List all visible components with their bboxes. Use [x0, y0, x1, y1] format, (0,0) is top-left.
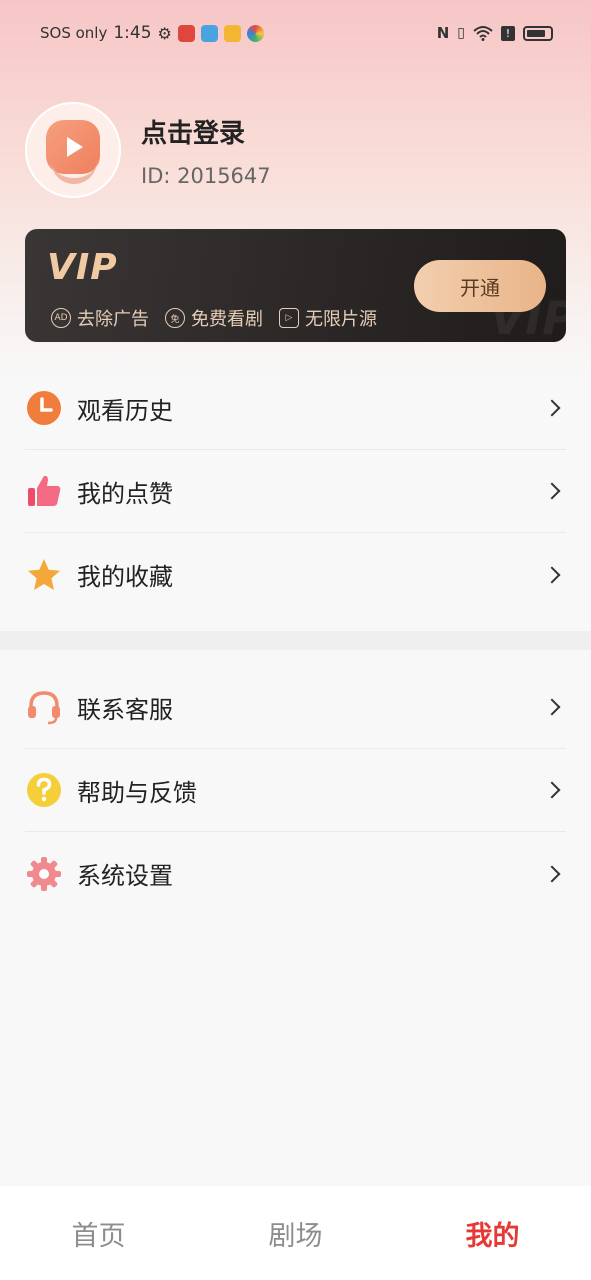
- status-right: N ▯ !: [437, 24, 553, 42]
- status-time: 1:45: [113, 23, 152, 43]
- avatar-smile: [51, 160, 97, 184]
- wifi-icon: [473, 26, 493, 41]
- vibrate-icon: ▯: [457, 25, 465, 41]
- perk-unlimited: ▷ 无限片源: [279, 305, 377, 331]
- user-id: ID: 2015647: [141, 163, 271, 188]
- chevron-right-icon: [543, 781, 561, 799]
- thumbs-up-icon: [25, 472, 63, 510]
- question-icon: [25, 771, 63, 809]
- perk-free-watch: 免 免费看剧: [165, 305, 263, 331]
- perk-label: 去除广告: [77, 309, 149, 330]
- app-blue-icon: [200, 24, 218, 42]
- app-color-icon: [246, 24, 264, 42]
- no-ads-icon: AD: [51, 308, 71, 328]
- battery-icon: [523, 25, 553, 41]
- free-icon: 免: [165, 308, 185, 328]
- vip-perks: AD 去除广告 免 免费看剧 ▷ 无限片源: [51, 305, 377, 331]
- menu-label: 我的收藏: [77, 563, 173, 591]
- profile-header[interactable]: 点击登录 ID: 2015647: [25, 102, 271, 198]
- headset-icon: [25, 688, 63, 726]
- section-divider: [0, 631, 591, 650]
- menu-group-support: 联系客服 帮助与反馈 系统设置: [0, 666, 591, 915]
- perk-label: 无限片源: [305, 309, 377, 330]
- chevron-right-icon: [543, 399, 561, 417]
- avatar[interactable]: [25, 102, 121, 198]
- tab-theater[interactable]: 剧场: [197, 1214, 394, 1253]
- star-icon: [25, 556, 63, 594]
- menu-group-activity: 观看历史 我的点赞 我的收藏: [0, 367, 591, 616]
- menu-item-customer-service[interactable]: 联系客服: [25, 666, 566, 749]
- alert-icon: !: [501, 25, 515, 41]
- play-icon: [67, 137, 83, 157]
- chevron-right-icon: [543, 566, 561, 583]
- settings-icon: ⚙: [157, 23, 172, 43]
- bottom-tab-bar: 首页 剧场 我的: [0, 1186, 591, 1280]
- menu-label: 我的点赞: [77, 479, 173, 508]
- menu-label: 联系客服: [77, 695, 173, 724]
- chevron-right-icon: [543, 865, 561, 882]
- status-left: SOS only 1:45 ⚙: [40, 23, 264, 43]
- status-bar: SOS only 1:45 ⚙ N ▯ !: [0, 0, 591, 66]
- perk-no-ads: AD 去除广告: [51, 305, 149, 331]
- menu-label: 系统设置: [77, 862, 173, 890]
- app-yellow-icon: [223, 24, 241, 42]
- app-red-icon: [177, 24, 195, 42]
- menu-item-history[interactable]: 观看历史: [25, 367, 566, 450]
- profile-text: 点击登录 ID: 2015647: [141, 113, 271, 188]
- chevron-right-icon: [543, 698, 561, 716]
- nfc-icon: N: [436, 24, 450, 42]
- vip-open-button[interactable]: 开通: [414, 260, 546, 312]
- menu-item-likes[interactable]: 我的点赞: [25, 450, 566, 533]
- clock-icon: [25, 389, 63, 427]
- vip-logo: VIP: [47, 247, 118, 288]
- perk-label: 免费看剧: [191, 309, 263, 330]
- menu-label: 观看历史: [77, 396, 173, 425]
- tab-mine[interactable]: 我的: [394, 1214, 591, 1253]
- chevron-right-icon: [543, 482, 561, 500]
- menu-item-help-feedback[interactable]: 帮助与反馈: [25, 749, 566, 832]
- vip-card[interactable]: VIP VIP AD 去除广告 免 免费看剧 ▷ 无限片源 开通: [25, 229, 566, 342]
- menu-item-settings[interactable]: 系统设置: [25, 832, 566, 915]
- menu-label: 帮助与反馈: [77, 778, 197, 807]
- login-title[interactable]: 点击登录: [141, 113, 271, 150]
- video-icon: ▷: [279, 308, 299, 328]
- gear-icon: [25, 855, 63, 893]
- menu-item-favorites[interactable]: 我的收藏: [25, 533, 566, 616]
- carrier-text: SOS only: [40, 24, 108, 42]
- tab-home[interactable]: 首页: [0, 1214, 197, 1253]
